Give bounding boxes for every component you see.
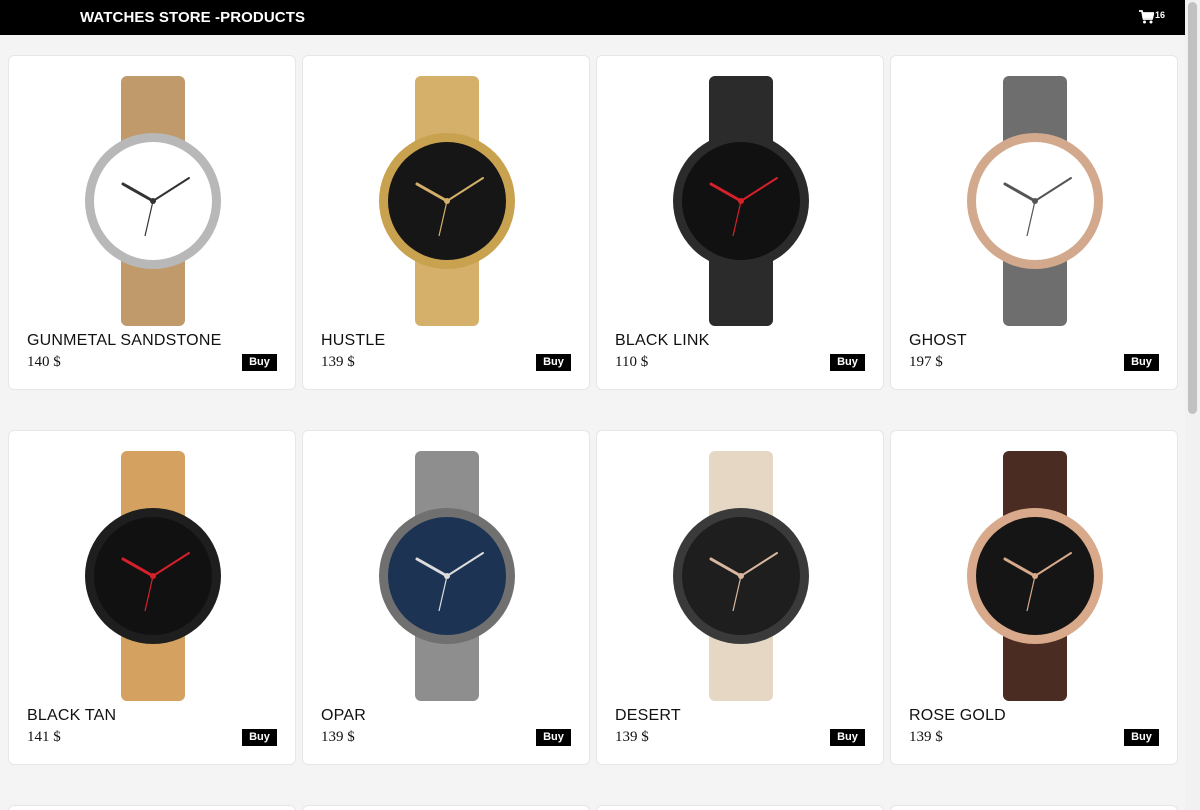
buy-button[interactable]: Buy — [830, 729, 865, 746]
product-card: ROSE GOLD 139 $ Buy — [890, 430, 1178, 765]
store-title: WATCHES STORE -PRODUCTS — [80, 9, 306, 26]
product-price: 139 $ — [321, 729, 355, 745]
watch-image — [967, 451, 1103, 701]
product-name: ROSE GOLD — [909, 707, 1006, 724]
product-price: 197 $ — [909, 354, 943, 370]
product-card: DESERT 139 $ Buy — [596, 430, 884, 765]
watch-image — [85, 76, 221, 326]
product-card: GUNMETAL SANDSTONE 140 $ Buy — [8, 55, 296, 390]
product-price: 140 $ — [27, 354, 61, 370]
product-card — [8, 805, 296, 810]
product-card: BLACK TAN 141 $ Buy — [8, 430, 296, 765]
watch-image — [85, 451, 221, 701]
product-card — [596, 805, 884, 810]
watch-image — [379, 451, 515, 701]
buy-button[interactable]: Buy — [536, 354, 571, 371]
product-card — [302, 805, 590, 810]
top-bar: WATCHES STORE -PRODUCTS 16 — [0, 0, 1185, 35]
buy-button[interactable]: Buy — [536, 729, 571, 746]
buy-button[interactable]: Buy — [242, 354, 277, 371]
watch-image — [967, 76, 1103, 326]
cart-count: 16 — [1155, 10, 1166, 20]
product-card: BLACK LINK 110 $ Buy — [596, 55, 884, 390]
product-name: GHOST — [909, 332, 967, 349]
product-price: 110 $ — [615, 354, 649, 370]
buy-button[interactable]: Buy — [830, 354, 865, 371]
product-card: OPAR 139 $ Buy — [302, 430, 590, 765]
buy-button[interactable]: Buy — [1124, 729, 1159, 746]
scrollbar-thumb[interactable] — [1188, 2, 1197, 414]
buy-button[interactable]: Buy — [242, 729, 277, 746]
product-name: GUNMETAL SANDSTONE — [27, 332, 222, 349]
product-card: HUSTLE 139 $ Buy — [302, 55, 590, 390]
product-card — [890, 805, 1178, 810]
buy-button[interactable]: Buy — [1124, 354, 1159, 371]
watch-image — [673, 76, 809, 326]
scrollbar[interactable] — [1185, 0, 1200, 810]
product-name: DESERT — [615, 707, 681, 724]
product-name: BLACK TAN — [27, 707, 117, 724]
next-row-partial — [8, 805, 1178, 810]
product-name: OPAR — [321, 707, 366, 724]
product-name: HUSTLE — [321, 332, 386, 349]
product-card: GHOST 197 $ Buy — [890, 55, 1178, 390]
product-grid: GUNMETAL SANDSTONE 140 $ Buy HUSTLE 139 … — [8, 55, 1178, 765]
cart-icon — [1139, 10, 1154, 24]
watch-image — [673, 451, 809, 701]
product-price: 141 $ — [27, 729, 61, 745]
product-price: 139 $ — [909, 729, 943, 745]
product-name: BLACK LINK — [615, 332, 710, 349]
watch-image — [379, 76, 515, 326]
product-price: 139 $ — [321, 354, 355, 370]
product-price: 139 $ — [615, 729, 649, 745]
